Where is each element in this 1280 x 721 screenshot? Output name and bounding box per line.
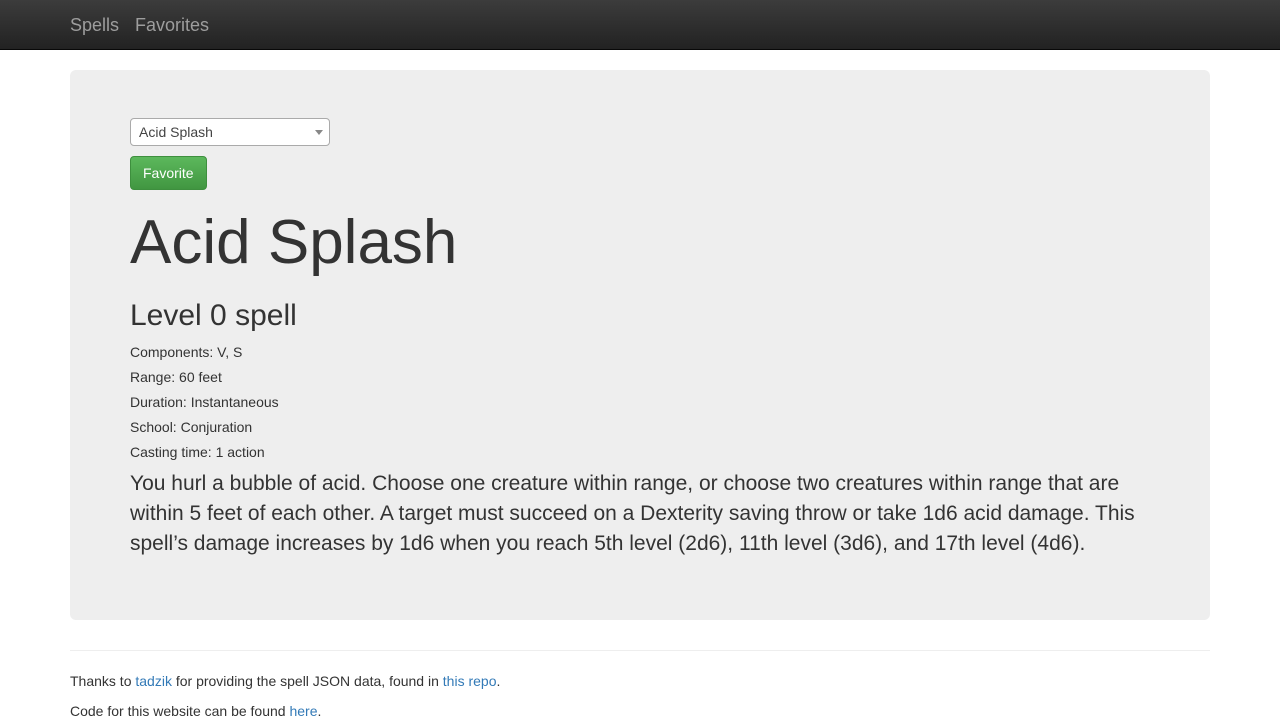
footer-text: for providing the spell JSON data, found…: [171, 673, 443, 689]
nav-item-favorites[interactable]: Favorites: [135, 15, 209, 36]
navbar: Spells Favorites: [0, 0, 1280, 50]
footer-text: .: [496, 673, 501, 689]
chevron-down-icon: [315, 130, 323, 135]
nav-links: Spells Favorites: [70, 0, 225, 50]
spell-casting-time: Casting time: 1 action: [130, 444, 265, 460]
tadzik-link[interactable]: tadzik: [135, 673, 172, 689]
favorite-button[interactable]: Favorite: [130, 156, 207, 190]
spell-select[interactable]: Acid Splash: [130, 118, 330, 146]
repo-link[interactable]: this repo: [443, 673, 497, 689]
footer-text: .: [317, 703, 322, 719]
spell-duration: Duration: Instantaneous: [130, 394, 279, 410]
spell-level: Level 0 spell: [130, 299, 297, 332]
spell-school: School: Conjuration: [130, 419, 253, 435]
spell-range: Range: 60 feet: [130, 369, 222, 385]
spell-components: Components: V, S: [130, 344, 243, 360]
footer-text: Thanks to: [70, 673, 136, 689]
spell-select-value: Acid Splash: [139, 124, 213, 140]
footer-credits: Thanks to tadzik for providing the spell…: [70, 671, 1210, 691]
spell-title: Acid Splash: [130, 208, 458, 277]
footer: Thanks to tadzik for providing the spell…: [70, 650, 1210, 721]
footer-code: Code for this website can be found here.: [70, 701, 1210, 721]
nav-item-spells[interactable]: Spells: [70, 15, 119, 36]
spell-description: You hurl a bubble of acid. Choose one cr…: [130, 472, 1135, 555]
code-link[interactable]: here: [289, 703, 317, 719]
footer-text: Code for this website can be found: [70, 703, 290, 719]
spell-panel: Acid Splash Favorite Acid Splash Level 0…: [70, 70, 1210, 620]
